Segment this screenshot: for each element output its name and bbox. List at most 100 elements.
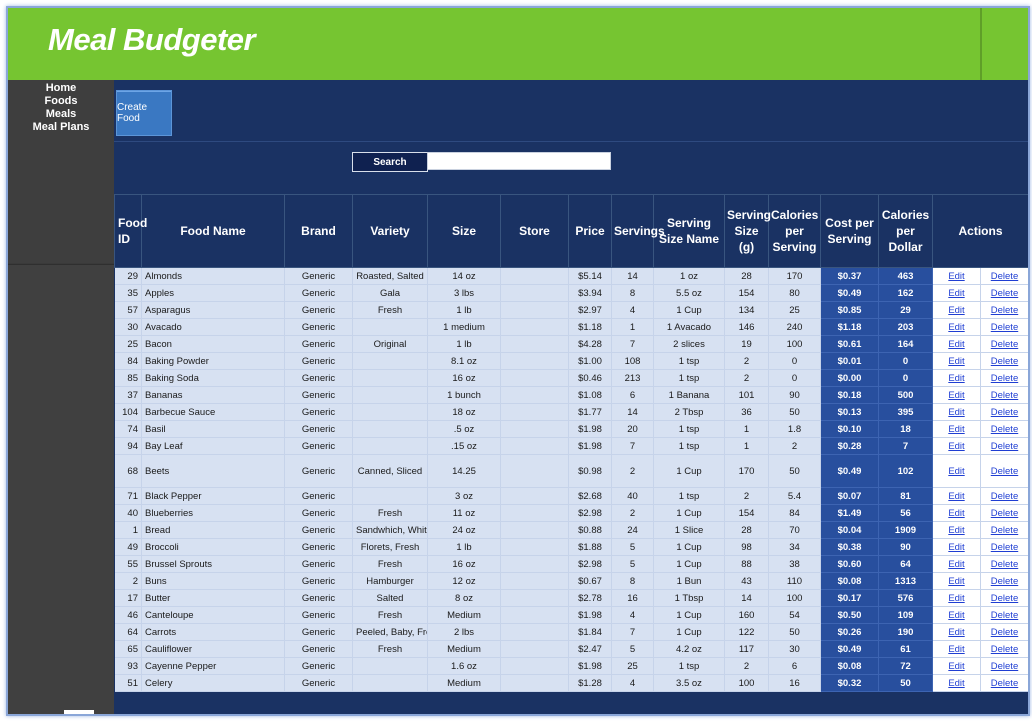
col-header-brand[interactable]: Brand [284, 194, 353, 268]
sidebar-item-meals[interactable]: Meals [8, 108, 114, 121]
cell-brand: Generic [284, 403, 353, 421]
cell-food-name: Baking Powder [141, 352, 285, 370]
table-row: 93 Cayenne Pepper Generic 1.6 oz $1.98 25 1 ts… [114, 657, 1028, 675]
edit-link[interactable]: Edit [948, 559, 964, 570]
col-header-store[interactable]: Store [500, 194, 569, 268]
cell-edit: Edit [932, 335, 981, 353]
table-row: 17 Butter Generic Salted 8 oz $2.78 16 1 Tbsp 14… [114, 589, 1028, 607]
col-header-variety[interactable]: Variety [352, 194, 428, 268]
edit-link[interactable]: Edit [948, 525, 964, 536]
delete-link[interactable]: Delete [991, 466, 1018, 477]
edit-link[interactable]: Edit [948, 610, 964, 621]
cell-brand: Generic [284, 572, 353, 590]
table-row: 46 Canteloupe Generic Fresh Medium $1.98 4 1 Cu… [114, 606, 1028, 624]
col-header-size[interactable]: Size [427, 194, 501, 268]
cell-food-name: Basil [141, 420, 285, 438]
cell-edit: Edit [932, 521, 981, 539]
edit-link[interactable]: Edit [948, 576, 964, 587]
cell-calories-per-serving: 38 [768, 555, 821, 573]
cell-delete: Delete [980, 403, 1028, 421]
col-header-servings[interactable]: Servings [611, 194, 665, 268]
cell-calories-per-dollar: 576 [878, 589, 933, 607]
edit-link[interactable]: Edit [948, 271, 964, 282]
cell-cost-per-serving: $0.37 [820, 267, 879, 285]
table-row: 55 Brussel Sprouts Generic Fresh 16 oz $2.98 5… [114, 555, 1028, 573]
delete-link[interactable]: Delete [991, 339, 1018, 350]
cell-serving-size-g: 43 [724, 572, 769, 590]
sidebar-item-foods[interactable]: Foods [8, 95, 114, 108]
cell-food-name: Carrots [141, 623, 285, 641]
delete-link[interactable]: Delete [991, 424, 1018, 435]
delete-link[interactable]: Delete [991, 441, 1018, 452]
col-header-actions: Actions [931, 194, 1028, 268]
delete-link[interactable]: Delete [991, 542, 1018, 553]
edit-link[interactable]: Edit [948, 593, 964, 604]
delete-link[interactable]: Delete [991, 644, 1018, 655]
edit-link[interactable]: Edit [948, 305, 964, 316]
edit-link[interactable]: Edit [948, 322, 964, 333]
delete-link[interactable]: Delete [991, 525, 1018, 536]
cell-calories-per-serving: 0 [768, 352, 821, 370]
cell-variety: Peeled, Baby, Fresh [352, 623, 428, 641]
cell-edit: Edit [932, 572, 981, 590]
edit-link[interactable]: Edit [948, 466, 964, 477]
cell-cost-per-serving: $0.32 [820, 674, 879, 692]
delete-link[interactable]: Delete [991, 407, 1018, 418]
delete-link[interactable]: Delete [991, 288, 1018, 299]
edit-link[interactable]: Edit [948, 288, 964, 299]
table-row: 51 Celery Generic Medium $1.28 4 3.5 oz 100 16 $0… [114, 674, 1028, 692]
delete-link[interactable]: Delete [991, 356, 1018, 367]
sidebar-item-meal-plans[interactable]: Meal Plans [8, 121, 114, 134]
sidebar-item-home[interactable]: Home [8, 82, 114, 95]
cell-variety [352, 403, 428, 421]
cell-calories-per-serving: 100 [768, 589, 821, 607]
delete-link[interactable]: Delete [991, 305, 1018, 316]
edit-link[interactable]: Edit [948, 644, 964, 655]
delete-link[interactable]: Delete [991, 373, 1018, 384]
delete-link[interactable]: Delete [991, 678, 1018, 689]
edit-link[interactable]: Edit [948, 390, 964, 401]
edit-link[interactable]: Edit [948, 356, 964, 367]
col-header-serving-size-g[interactable]: Serving Size (g) [724, 194, 771, 268]
col-header-serving-size-name[interactable]: Serving Size Name [653, 194, 725, 268]
cell-food-id: 65 [114, 640, 142, 658]
delete-link[interactable]: Delete [991, 322, 1018, 333]
delete-link[interactable]: Delete [991, 390, 1018, 401]
delete-link[interactable]: Delete [991, 610, 1018, 621]
delete-link[interactable]: Delete [991, 627, 1018, 638]
edit-link[interactable]: Edit [948, 661, 964, 672]
cell-servings: 14 [611, 267, 654, 285]
edit-link[interactable]: Edit [948, 678, 964, 689]
col-header-food-name[interactable]: Food Name [141, 194, 285, 268]
delete-link[interactable]: Delete [991, 491, 1018, 502]
edit-link[interactable]: Edit [948, 491, 964, 502]
search-input[interactable] [427, 152, 611, 170]
table-row: 84 Baking Powder Generic 8.1 oz $1.00 108 1 ts… [114, 352, 1028, 370]
edit-link[interactable]: Edit [948, 373, 964, 384]
edit-link[interactable]: Edit [948, 542, 964, 553]
delete-link[interactable]: Delete [991, 559, 1018, 570]
delete-link[interactable]: Delete [991, 593, 1018, 604]
col-header-calories-per-dollar[interactable]: Calories per Dollar [878, 194, 933, 268]
create-food-button[interactable]: Create Food [116, 90, 172, 136]
edit-link[interactable]: Edit [948, 627, 964, 638]
delete-link[interactable]: Delete [991, 576, 1018, 587]
delete-link[interactable]: Delete [991, 271, 1018, 282]
cell-size: 8.1 oz [427, 352, 501, 370]
delete-link[interactable]: Delete [991, 661, 1018, 672]
col-header-cost-per-serving[interactable]: Cost per Serving [820, 194, 879, 268]
col-header-food-id[interactable]: Food ID [114, 194, 147, 268]
cell-servings: 20 [611, 420, 654, 438]
col-header-calories-per-serving[interactable]: Calories per Serving [768, 194, 821, 268]
edit-link[interactable]: Edit [948, 424, 964, 435]
delete-link[interactable]: Delete [991, 508, 1018, 519]
edit-link[interactable]: Edit [948, 441, 964, 452]
cell-edit: Edit [932, 623, 981, 641]
cell-food-id: 46 [114, 606, 142, 624]
edit-link[interactable]: Edit [948, 339, 964, 350]
cell-calories-per-serving: 80 [768, 284, 821, 302]
edit-link[interactable]: Edit [948, 508, 964, 519]
edit-link[interactable]: Edit [948, 407, 964, 418]
cell-calories-per-dollar: 50 [878, 674, 933, 692]
col-header-price[interactable]: Price [568, 194, 612, 268]
